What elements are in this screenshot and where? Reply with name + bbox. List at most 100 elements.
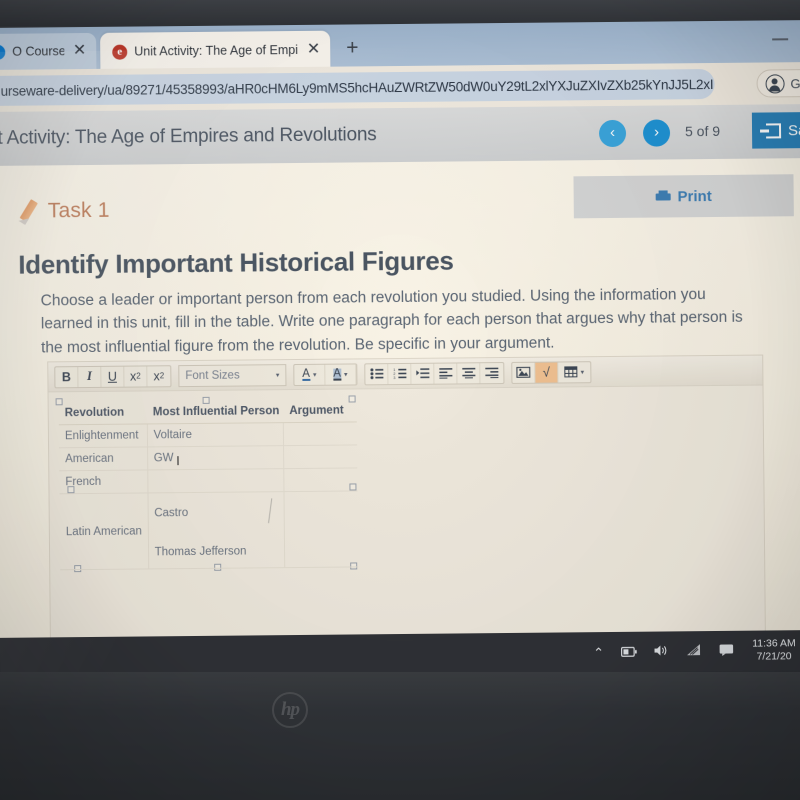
- italic-label: I: [86, 368, 92, 384]
- new-tab-button[interactable]: +: [346, 36, 358, 59]
- cell-person[interactable]: [147, 468, 285, 493]
- cell-argument[interactable]: [283, 467, 358, 492]
- cell-revolution[interactable]: American: [59, 446, 148, 471]
- task-label: Task 1: [47, 198, 110, 223]
- bullet-list-icon: [369, 368, 383, 380]
- subscript-button[interactable]: x2: [147, 366, 170, 386]
- clock-date: 7/21/20: [756, 650, 792, 663]
- laptop-photo: O Course His ✕ e Unit Activity: The Age …: [0, 0, 800, 800]
- printer-icon: [656, 190, 671, 203]
- volume-icon[interactable]: [654, 644, 669, 658]
- tab-close-icon[interactable]: ✕: [305, 41, 323, 58]
- battery-icon-svg: [621, 646, 637, 657]
- cell-person[interactable]: Castro Thomas Jefferson: [147, 491, 285, 569]
- highlight-color-button[interactable]: A ▾: [325, 363, 357, 385]
- cell-revolution[interactable]: French: [59, 469, 148, 494]
- wifi-icon[interactable]: [686, 644, 702, 658]
- insert-table-button[interactable]: ▾: [558, 362, 590, 382]
- column-header-revolution: Revolution: [58, 401, 147, 425]
- insert-equation-button[interactable]: √: [535, 361, 559, 383]
- battery-icon[interactable]: [621, 645, 637, 658]
- chevron-down-icon: ▾: [312, 371, 317, 379]
- align-right-button[interactable]: [480, 363, 503, 383]
- text-color-button[interactable]: A ▾: [294, 364, 326, 385]
- prev-page-button[interactable]: ‹: [598, 119, 627, 148]
- table-row[interactable]: Enlightenment Voltaire: [58, 421, 358, 448]
- cell-person[interactable]: GW: [147, 445, 284, 470]
- notification-icon[interactable]: [719, 644, 734, 658]
- subscript-exp: 2: [159, 371, 165, 381]
- cell-argument[interactable]: [283, 421, 358, 446]
- print-button[interactable]: Print: [573, 174, 794, 219]
- lesson-header-bar: nit Activity: The Age of Empires and Rev…: [0, 104, 800, 166]
- superscript-exp: 2: [136, 371, 141, 381]
- save-button[interactable]: Sav: [751, 111, 800, 149]
- windows-taskbar: ⌃ 11:36 AM 7/21/20: [0, 630, 800, 678]
- cell-person[interactable]: Voltaire: [146, 422, 284, 447]
- pencil-icon: [18, 200, 40, 222]
- show-hidden-icons-button[interactable]: ⌃: [593, 645, 604, 660]
- numbered-list-button[interactable]: 1 2 3: [388, 363, 412, 384]
- browser-tab-1[interactable]: e Unit Activity: The Age of Empir ✕: [100, 30, 331, 71]
- table-row[interactable]: American GW: [59, 444, 358, 471]
- task-instructions: Choose a leader or important person from…: [40, 286, 743, 356]
- chevron-down-icon: ▾: [275, 371, 280, 379]
- bold-button[interactable]: B: [55, 366, 79, 387]
- italic-button[interactable]: I: [78, 366, 102, 387]
- volume-icon-svg: [654, 645, 667, 656]
- numbered-list-icon: 1 2 3: [393, 368, 406, 379]
- address-bar-input[interactable]: urseware-delivery/ua/89271/45358993/aHR0…: [0, 68, 715, 107]
- table-row[interactable]: Latin American Castro Thomas Jefferson: [59, 490, 359, 570]
- rich-text-editor[interactable]: B I U x2 x2 Font Sizes ▾ A ▾ A ▾ 1 2 3 √…: [47, 354, 767, 678]
- table-row[interactable]: French: [59, 467, 358, 494]
- save-label: Sav: [787, 121, 800, 139]
- align-right-icon: [485, 367, 499, 379]
- next-page-button[interactable]: ›: [642, 119, 671, 147]
- window-minimize-button[interactable]: [772, 38, 789, 41]
- underline-button[interactable]: U: [101, 366, 125, 387]
- page-title: Identify Important Historical Figures: [18, 245, 454, 280]
- tab-close-icon[interactable]: ✕: [71, 42, 89, 59]
- equation-icon: √: [542, 364, 550, 380]
- cell-argument[interactable]: [283, 444, 358, 469]
- align-center-icon: [461, 367, 475, 379]
- notification-icon-svg: [719, 644, 734, 656]
- text-color-label: A: [302, 367, 310, 381]
- insert-group: √ ▾: [511, 360, 592, 384]
- lesson-title: nit Activity: The Age of Empires and Rev…: [0, 124, 377, 150]
- text-cursor-icon: I: [176, 453, 180, 469]
- historical-figures-table[interactable]: Revolution Most Influential Person Argum…: [58, 399, 359, 570]
- cell-person-text: Castro: [154, 507, 189, 520]
- screen-bezel-bottom: [0, 672, 800, 800]
- tab-title: Unit Activity: The Age of Empir: [134, 42, 298, 59]
- align-center-button[interactable]: [457, 362, 481, 383]
- cell-argument[interactable]: [284, 490, 359, 568]
- lesson-content-area: Print Task 1 Identify Important Historic…: [0, 158, 800, 678]
- underline-label: U: [107, 369, 117, 384]
- browser-tab-0[interactable]: O Course His ✕: [0, 32, 97, 71]
- chevron-down-icon: ▾: [580, 368, 585, 376]
- taskbar-clock[interactable]: 11:36 AM 7/21/20: [750, 637, 798, 664]
- superscript-button[interactable]: x2: [124, 365, 148, 387]
- font-size-select[interactable]: Font Sizes ▾: [178, 363, 287, 387]
- image-icon: [516, 366, 531, 378]
- cell-revolution[interactable]: Latin American: [59, 492, 149, 570]
- bullet-list-button[interactable]: [365, 363, 389, 384]
- table-icon: [564, 366, 578, 378]
- profile-button-guest[interactable]: Gues: [756, 68, 800, 98]
- cell-revolution[interactable]: Enlightenment: [58, 423, 148, 448]
- insert-image-button[interactable]: [512, 362, 536, 383]
- print-label: Print: [677, 187, 712, 205]
- clock-time: 11:36 AM: [752, 637, 796, 650]
- indent-button[interactable]: [411, 363, 435, 384]
- wifi-icon-svg: [687, 644, 701, 656]
- font-size-label: Font Sizes: [185, 369, 240, 382]
- chevron-down-icon: ▾: [343, 371, 348, 379]
- indent-icon: [415, 368, 429, 379]
- avatar-icon: [765, 73, 785, 93]
- laptop-screen: O Course His ✕ e Unit Activity: The Age …: [0, 20, 800, 678]
- task-badge: Task 1: [18, 199, 110, 224]
- align-left-button[interactable]: [434, 362, 458, 384]
- cell-person-text2: Thomas Jefferson: [154, 545, 247, 559]
- text-style-group: B I U x2 x2: [54, 364, 172, 388]
